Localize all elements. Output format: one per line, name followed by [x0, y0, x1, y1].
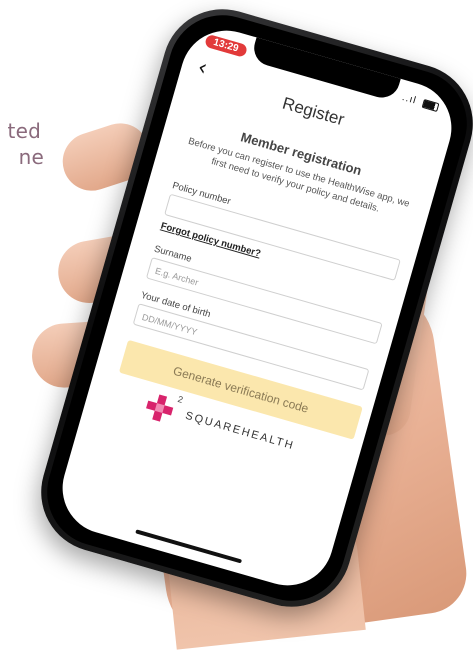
background-line-2: ne: [18, 145, 44, 169]
signal-icon: ..ıl: [400, 92, 418, 107]
background-line-1: ted: [7, 119, 41, 143]
logo-superscript: 2: [176, 393, 185, 405]
battery-icon: [421, 98, 440, 112]
cross-logo-icon: 2: [144, 392, 184, 424]
background-text: ted ne: [0, 118, 44, 170]
status-time: 13:29: [204, 33, 248, 58]
status-icons: ..ıl: [401, 92, 440, 113]
home-indicator[interactable]: [135, 529, 243, 564]
